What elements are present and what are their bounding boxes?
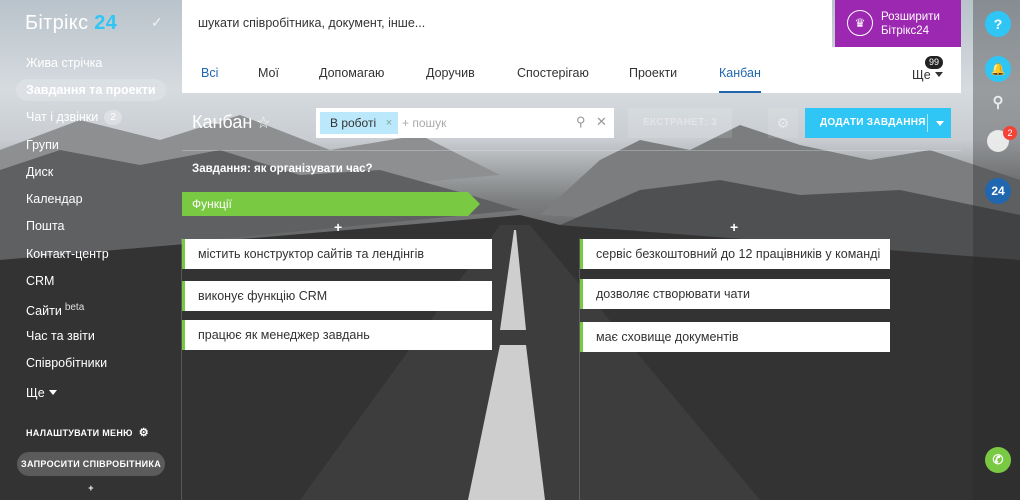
tab-projects[interactable]: Проекти [629, 66, 677, 80]
add-card-button[interactable]: + [730, 219, 738, 235]
tab-kanban[interactable]: Канбан [719, 66, 761, 93]
bell-icon[interactable]: 🔔 [985, 56, 1011, 82]
add-task-button[interactable]: ДОДАТИ ЗАВДАННЯ [805, 108, 951, 138]
phone-icon[interactable]: ✆ [985, 447, 1011, 473]
logo-edit-icon[interactable]: ✓ [151, 14, 163, 31]
filter-chip[interactable]: В роботі × [320, 112, 399, 134]
beta-label: beta [64, 302, 85, 313]
tab-assigned[interactable]: Доручив [426, 66, 475, 80]
sidebar-item-contact-center[interactable]: Контакт-центр [16, 243, 119, 265]
column-divider [579, 238, 580, 500]
star-icon[interactable]: ☆ [256, 115, 270, 132]
search-icon[interactable]: ⚲ [985, 90, 1011, 116]
bitrix24-network-icon[interactable]: 24 [985, 178, 1011, 204]
tab-assisting[interactable]: Допомагаю [319, 66, 384, 80]
divider [182, 150, 961, 151]
extranet-dropdown[interactable]: ЕКСТРАНЕТ: 3 [628, 108, 732, 138]
sidebar-item-crm[interactable]: CRM [16, 270, 64, 292]
task-filter-tabs: Всі Мої Допомагаю Доручив Спостерігаю Пр… [182, 47, 961, 93]
page-title: Канбан ☆ [192, 112, 271, 132]
global-search-bar[interactable]: шукати співробітника, документ, інше... [182, 0, 832, 47]
user-menu-chevron-icon[interactable] [806, 20, 814, 25]
gear-icon[interactable]: ⚙ [768, 108, 798, 138]
global-search-input[interactable]: шукати співробітника, документ, інше... [198, 16, 425, 30]
tab-all[interactable]: Всі [201, 66, 218, 80]
sidebar-item-tasks[interactable]: Завдання та проекти [16, 79, 166, 101]
sidebar-item-more[interactable]: Ще [16, 382, 67, 404]
remove-filter-icon[interactable]: × [386, 112, 392, 134]
search-icon[interactable]: ⚲ [576, 114, 586, 130]
left-sidebar: Бітрікс 24 ✓ Жива стрічка Завдання та пр… [0, 0, 180, 500]
sidebar-item-chat[interactable]: Чат і дзвінки 2 [16, 106, 132, 128]
user-avatar-icon[interactable] [766, 12, 786, 34]
sidebar-item-calendar[interactable]: Календар [16, 188, 93, 210]
tab-my[interactable]: Мої [258, 66, 279, 80]
kanban-card[interactable]: дозволяє створювати чати [580, 279, 890, 309]
sidebar-item-employees[interactable]: Співробітники [16, 352, 117, 374]
kanban-card[interactable]: містить конструктор сайтів та лендінгів [182, 239, 492, 269]
sidebar-item-time-reports[interactable]: Час та звіти [16, 325, 105, 347]
crown-icon: ♛ [847, 10, 873, 36]
add-card-button[interactable]: + [334, 219, 342, 235]
filter-search-box[interactable]: В роботі × + пошук ⚲ ✕ [316, 108, 614, 138]
sidebar-item-mail[interactable]: Пошта [16, 215, 75, 237]
contact-notification-badge: 2 [1003, 126, 1017, 140]
kanban-card[interactable]: має сховище документів [580, 322, 890, 352]
sidebar-item-sites[interactable]: Сайти beta [16, 297, 94, 319]
chevron-down-icon [934, 72, 943, 77]
configure-menu-link[interactable]: НАЛАШТУВАТИ МЕНЮ ⚙ [26, 426, 149, 439]
gear-icon: ⚙ [138, 427, 149, 439]
filter-search-input[interactable]: + пошук [402, 116, 446, 130]
chevron-down-icon [48, 390, 57, 395]
invite-employee-button[interactable]: ЗАПРОСИТИ СПІВРОБІТНИКА + [17, 452, 165, 493]
chat-count-badge: 2 [104, 110, 122, 125]
upgrade-button[interactable]: ♛ Розширити Бітрікс24 [835, 0, 961, 47]
sidebar-item-disk[interactable]: Диск [16, 161, 63, 183]
bitrix24-logo[interactable]: Бітрікс 24 ✓ [25, 12, 163, 35]
kanban-stage-header[interactable]: Функції [182, 192, 480, 216]
sidebar-item-live-feed[interactable]: Жива стрічка [16, 52, 112, 74]
kanban-card[interactable]: сервіс безкоштовний до 12 працівників у … [580, 239, 890, 269]
kanban-card[interactable]: працює як менеджер завдань [182, 320, 492, 350]
sidebar-item-groups[interactable]: Групи [16, 134, 69, 156]
tab-following[interactable]: Спостерігаю [517, 66, 589, 80]
tabs-more-button[interactable]: Ще [912, 68, 943, 82]
kanban-card[interactable]: виконує функцію CRM [182, 281, 492, 311]
help-icon[interactable]: ? [985, 11, 1011, 37]
chevron-down-icon[interactable] [936, 121, 944, 126]
right-panel: ? 🔔 ⚲ 2 24 ✆ [973, 0, 1020, 500]
board-subtitle: Завдання: як організувати час? [192, 163, 373, 175]
clock[interactable]: 10:00 [590, 4, 665, 38]
column-divider [181, 238, 182, 500]
close-icon[interactable]: ✕ [596, 114, 607, 130]
